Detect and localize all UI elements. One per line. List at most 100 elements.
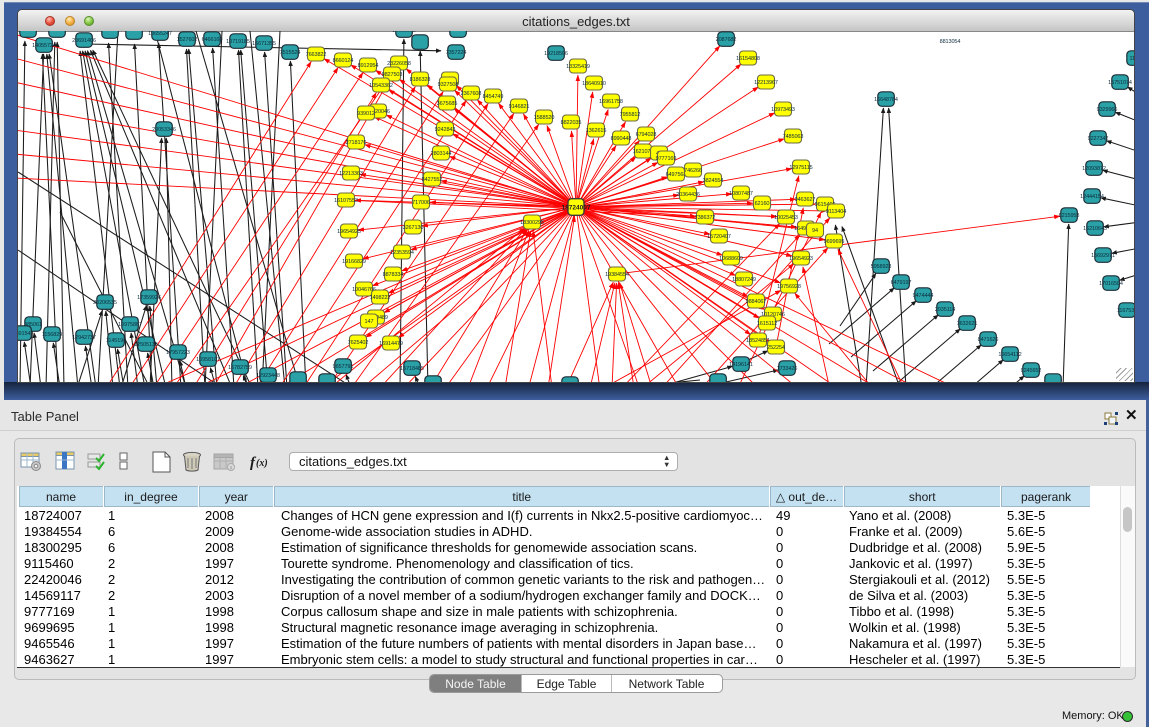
svg-text:9699695: 9699695 [824, 239, 845, 245]
svg-text:1117: 1117 [1129, 56, 1134, 62]
svg-text:8186328: 8186328 [410, 77, 431, 83]
svg-text:7357224: 7357224 [446, 50, 467, 56]
svg-text:9242843: 9242843 [435, 127, 456, 133]
svg-text:1156829: 1156829 [42, 332, 62, 338]
svg-text:12923448: 12923448 [256, 373, 280, 379]
svg-text:15718485: 15718485 [400, 366, 424, 372]
svg-text:20206535: 20206535 [93, 300, 117, 306]
svg-text:7485063: 7485063 [783, 134, 804, 140]
svg-text:8215953: 8215953 [1059, 213, 1080, 219]
svg-text:23226058: 23226058 [387, 61, 411, 67]
svg-text:1362615: 1362615 [586, 128, 607, 134]
svg-text:13325419: 13325419 [566, 64, 590, 70]
svg-text:9474444: 9474444 [913, 293, 934, 299]
svg-text:2367608: 2367608 [461, 91, 482, 97]
svg-text:10719185: 10719185 [226, 39, 250, 45]
svg-text:8878334: 8878334 [383, 272, 404, 278]
svg-text:15692971: 15692971 [1091, 253, 1115, 259]
svg-text:252254: 252254 [767, 345, 785, 351]
svg-text:8427552: 8427552 [422, 177, 443, 183]
svg-text:10973493: 10973493 [771, 107, 795, 113]
svg-text:16671355: 16671355 [252, 41, 276, 47]
svg-text:8471626: 8471626 [978, 337, 999, 343]
svg-text:7386372: 7386372 [695, 215, 716, 221]
svg-text:147: 147 [365, 319, 374, 325]
svg-text:1498222: 1498222 [370, 295, 391, 301]
svg-text:14055724: 14055724 [32, 43, 56, 49]
svg-text:9884067: 9884067 [746, 299, 767, 305]
svg-text:12213363: 12213363 [339, 171, 363, 177]
svg-text:2803144: 2803144 [431, 151, 452, 157]
svg-text:7515524: 7515524 [280, 50, 301, 56]
svg-text:2935114: 2935114 [935, 307, 955, 313]
svg-text:12505135: 12505135 [134, 342, 158, 348]
svg-text:16914479: 16914479 [379, 341, 403, 347]
svg-text:12213967: 12213967 [754, 80, 778, 86]
svg-text:18640910: 18640910 [582, 81, 606, 87]
svg-text:2087682: 2087682 [716, 37, 737, 43]
svg-text:6794028: 6794028 [636, 132, 657, 138]
svg-text:10654112: 10654112 [998, 352, 1021, 358]
svg-text:3267130: 3267130 [403, 225, 424, 231]
svg-text:62160: 62160 [755, 201, 770, 207]
svg-text:10025453: 10025453 [774, 215, 798, 221]
svg-text:9827503: 9827503 [382, 72, 403, 78]
svg-text:14196141: 14196141 [729, 362, 753, 368]
svg-text:10958107: 10958107 [196, 357, 220, 363]
svg-text:3675685: 3675685 [437, 101, 458, 107]
svg-text:16033809: 16033809 [392, 31, 416, 34]
svg-text:16107553: 16107553 [334, 198, 358, 204]
svg-text:8660124: 8660124 [333, 58, 354, 64]
svg-text:939012: 939012 [357, 111, 375, 117]
svg-text:20364436: 20364436 [676, 192, 700, 198]
svg-text:16961758: 16961758 [599, 99, 623, 105]
svg-text:1527602: 1527602 [177, 37, 198, 43]
svg-text:(x): (x) [256, 458, 268, 469]
svg-text:17957223: 17957223 [166, 350, 190, 356]
svg-text:10807487: 10807487 [729, 191, 753, 197]
svg-text:20691406: 20691406 [72, 38, 96, 44]
svg-text:10975867: 10975867 [118, 322, 142, 328]
svg-text:16648784: 16648784 [874, 97, 898, 103]
svg-text:12975115: 12975115 [789, 165, 812, 171]
svg-text:2718176: 2718176 [346, 140, 367, 146]
svg-text:18300295: 18300295 [520, 220, 544, 226]
svg-text:19218506: 19218506 [544, 51, 568, 57]
svg-text:12093872: 12093872 [1082, 166, 1106, 172]
svg-text:1167533: 1167533 [1117, 308, 1134, 314]
svg-text:12444154: 12444154 [1080, 194, 1104, 200]
svg-text:12353594: 12353594 [390, 250, 414, 256]
svg-text:15751074: 15751074 [1108, 80, 1132, 86]
svg-text:94: 94 [812, 228, 818, 234]
svg-text:10688609: 10688609 [719, 256, 743, 262]
svg-text:8912954: 8912954 [358, 63, 379, 69]
svg-text:6466160: 6466160 [202, 37, 223, 43]
svg-text:20053346: 20053346 [152, 127, 176, 133]
svg-text:5958923: 5958923 [871, 264, 892, 270]
svg-text:16782759: 16782759 [228, 365, 252, 371]
svg-text:7663822: 7663822 [306, 52, 327, 58]
svg-text:9329966: 9329966 [1097, 107, 1118, 113]
svg-text:18807249: 18807249 [732, 277, 756, 283]
svg-text:16154808: 16154808 [736, 56, 760, 62]
svg-text:12942737: 12942737 [72, 335, 96, 341]
svg-text:746266: 746266 [684, 168, 702, 174]
svg-text:19384554: 19384554 [605, 272, 629, 278]
svg-text:717006: 717006 [412, 200, 430, 206]
svg-text:19756928: 19756928 [777, 284, 801, 290]
svg-text:15720407: 15720407 [707, 234, 731, 240]
svg-text:16210643: 16210643 [1083, 226, 1107, 232]
svg-text:9657791: 9657791 [333, 364, 354, 370]
svg-text:9245652: 9245652 [1021, 368, 1042, 374]
svg-text:17359926: 17359926 [137, 295, 161, 301]
svg-text:19166829: 19166829 [342, 259, 366, 265]
svg-text:9327508: 9327508 [438, 82, 459, 88]
svg-text:7632621: 7632621 [957, 321, 978, 327]
svg-text:19654923: 19654923 [789, 256, 813, 262]
svg-text:8822035: 8822035 [561, 120, 582, 126]
svg-text:18724007: 18724007 [562, 205, 591, 212]
svg-text:17016504: 17016504 [1099, 281, 1123, 287]
svg-text:x: x [230, 466, 233, 472]
svg-text:7955812: 7955812 [620, 112, 641, 118]
svg-text:1588520: 1588520 [534, 115, 555, 121]
